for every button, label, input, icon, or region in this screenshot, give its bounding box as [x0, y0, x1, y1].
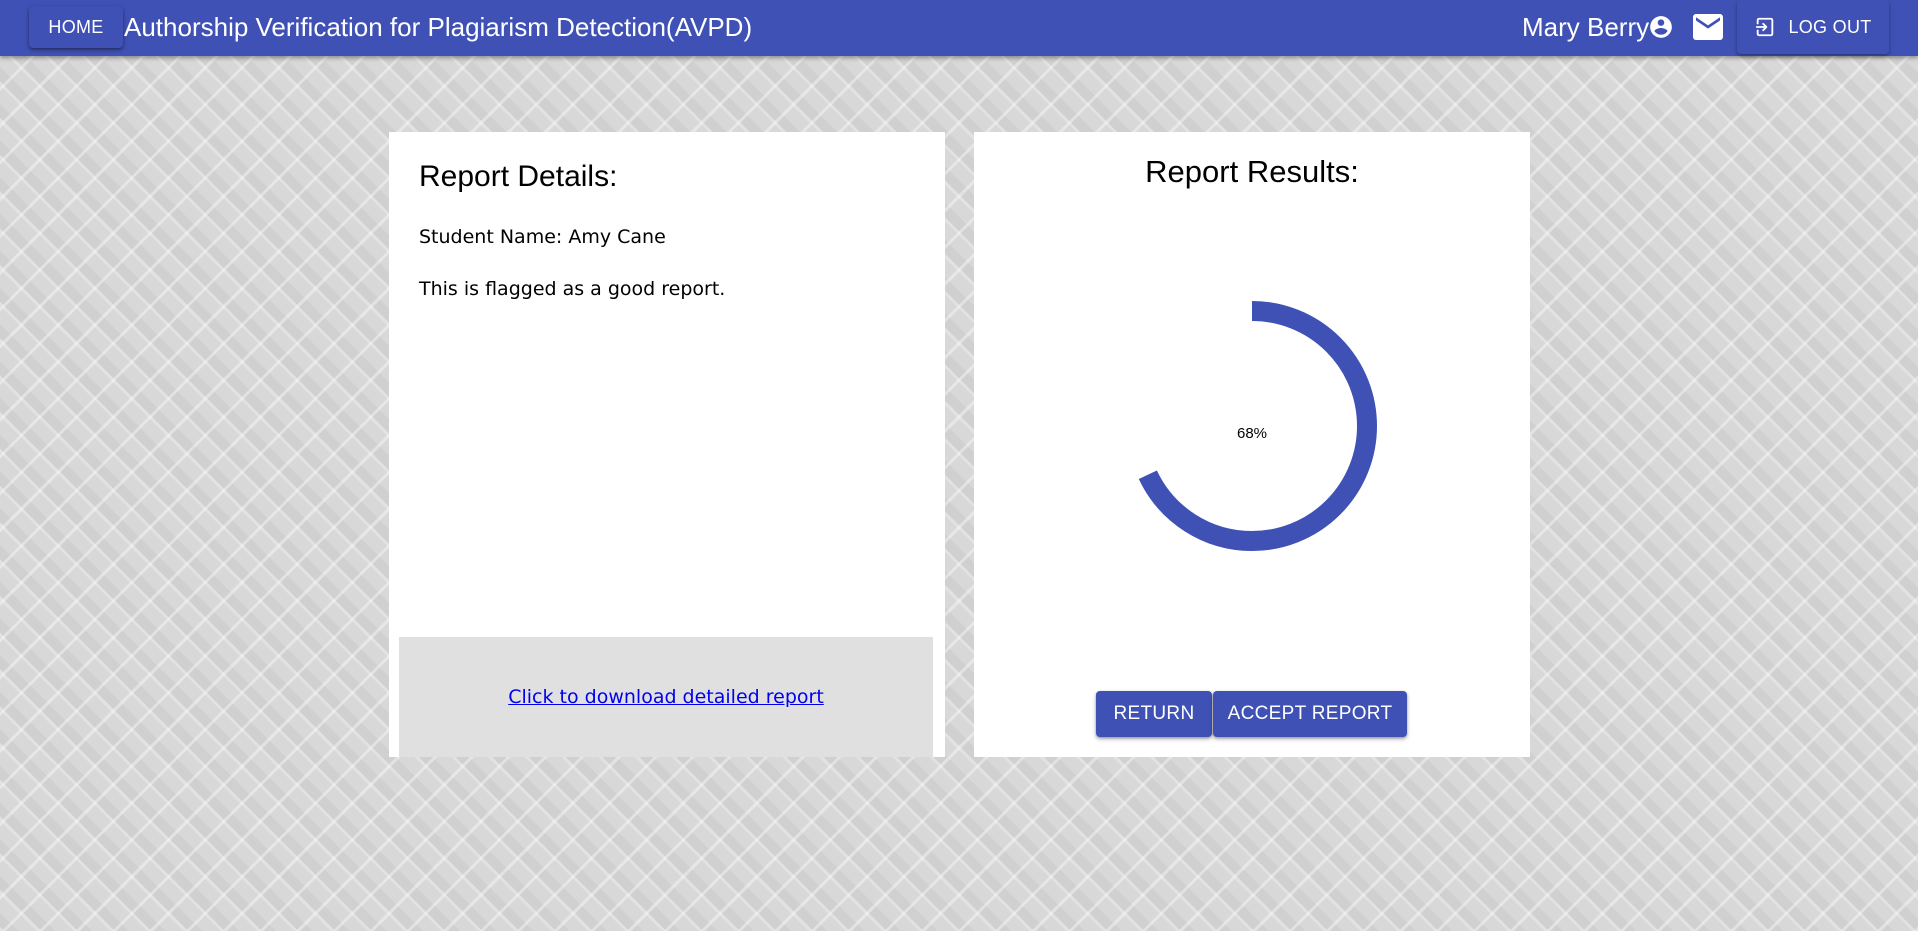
report-results-card: Report Results: 68% RETURN ACCEPT REPORT	[974, 132, 1530, 757]
user-name: Mary Berry	[1522, 12, 1650, 42]
return-button[interactable]: RETURN	[1096, 691, 1212, 737]
download-area: Click to download detailed report	[399, 637, 933, 757]
logout-label: LOG OUT	[1788, 16, 1872, 37]
student-name: Student Name: Amy Cane	[419, 226, 666, 248]
logout-icon	[1756, 17, 1774, 37]
app-title: Authorship Verification for Plagiarism D…	[124, 12, 753, 42]
report-details-title: Report Details:	[419, 160, 618, 193]
report-results-title: Report Results:	[1145, 154, 1359, 189]
download-report-link[interactable]: Click to download detailed report	[508, 686, 824, 708]
home-button[interactable]: HOME	[29, 6, 123, 48]
logout-button[interactable]: LOG OUT	[1737, 0, 1889, 54]
accept-report-button[interactable]: ACCEPT REPORT	[1213, 691, 1407, 737]
report-details-card: Report Details: Student Name: Amy Cane T…	[389, 132, 945, 757]
mail-icon[interactable]	[1693, 14, 1723, 40]
report-flag-text: This is flagged as a good report.	[419, 278, 726, 300]
score-label: 68%	[1236, 425, 1268, 442]
app-bar: HOME Authorship Verification for Plagiar…	[0, 0, 1918, 56]
account-circle-icon[interactable]	[1648, 14, 1674, 40]
